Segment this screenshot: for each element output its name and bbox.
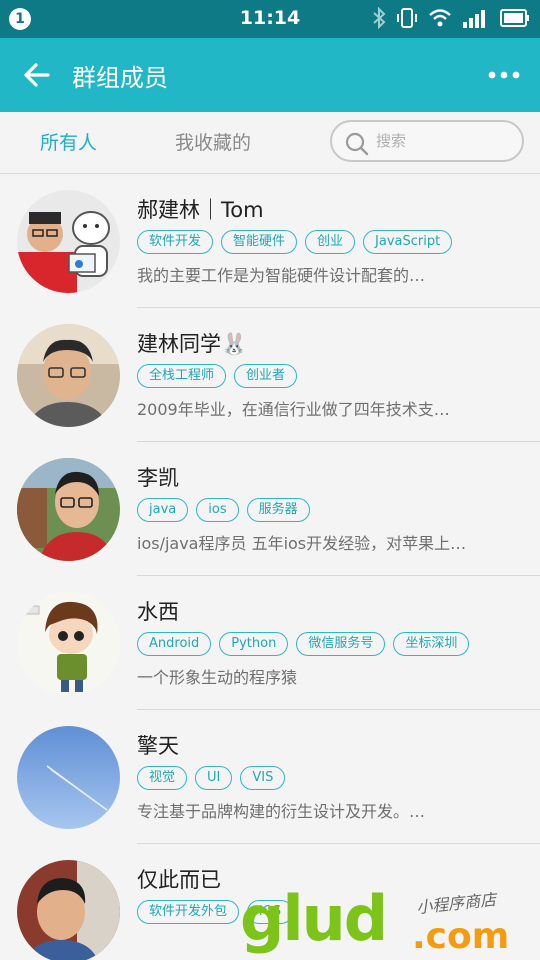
- tag: 软件开发: [137, 230, 214, 254]
- tag: iOS: [247, 900, 294, 924]
- tag-list: 软件开发外包 iOS: [137, 900, 294, 924]
- member-description: ios/java程序员 五年ios开发经验，对苹果上…: [137, 534, 467, 553]
- more-dots-icon[interactable]: [486, 64, 522, 86]
- tab-bar: 所有人 我收藏的: [0, 112, 540, 174]
- status-bar: 1 11:14: [0, 0, 540, 38]
- tag: Python: [219, 632, 289, 656]
- avatar: [17, 324, 120, 427]
- tag: VIS: [240, 766, 286, 790]
- member-name: 水西: [137, 600, 179, 624]
- member-name: 郝建林｜Tom: [137, 198, 264, 222]
- tab-favorites[interactable]: 我收藏的: [175, 128, 251, 155]
- search-input[interactable]: [376, 129, 506, 153]
- avatar: [17, 458, 120, 561]
- search-box[interactable]: [330, 120, 524, 162]
- tag: 智能硬件: [221, 230, 298, 254]
- member-description: 专注基于品牌构建的衍生设计及开发。…: [137, 802, 426, 821]
- member-name: 李凯: [137, 466, 179, 490]
- tag: java: [137, 498, 189, 522]
- tag: 创业者: [234, 364, 298, 388]
- tag: JavaScript: [363, 230, 453, 254]
- tag: 软件开发外包: [137, 900, 240, 924]
- tag-list: 全栈工程师 创业者: [137, 364, 298, 388]
- avatar: [17, 726, 120, 829]
- tag: 创业: [305, 230, 356, 254]
- member-row[interactable]: 水西 Android Python 微信服务号 坐标深圳 一个形象生动的程序猿: [0, 576, 540, 710]
- app-bar: 群组成员: [0, 38, 540, 112]
- page-title: 群组成员: [72, 64, 168, 92]
- search-icon: [344, 131, 370, 161]
- tag: Android: [137, 632, 212, 656]
- avatar: [17, 190, 120, 293]
- tag: 全栈工程师: [137, 364, 227, 388]
- member-description: 2009年毕业，在通信行业做了四年技术支…: [137, 400, 450, 419]
- tag-list: 软件开发 智能硬件 创业 JavaScript: [137, 230, 453, 254]
- arrow-left-icon[interactable]: [20, 58, 54, 92]
- tag-list: java ios 服务器: [137, 498, 310, 522]
- tag: 视觉: [137, 766, 188, 790]
- member-description: 我的主要工作是为智能硬件设计配套的…: [137, 266, 426, 285]
- member-description: 一个形象生动的程序猿: [137, 668, 298, 687]
- vibrate-icon: [396, 7, 418, 33]
- member-name: 建林同学🐰: [137, 332, 248, 356]
- tag: 微信服务号: [296, 632, 386, 656]
- member-row[interactable]: 李凯 java ios 服务器 ios/java程序员 五年ios开发经验，对苹…: [0, 442, 540, 576]
- member-row[interactable]: 仅此而已 软件开发外包 iOS: [0, 844, 540, 960]
- wifi-icon: [428, 8, 452, 32]
- avatar: [17, 860, 120, 960]
- tag-list: 视觉 UI VIS: [137, 766, 286, 790]
- member-name: 擎天: [137, 734, 179, 758]
- tab-all[interactable]: 所有人: [40, 128, 97, 155]
- tag: 坐标深圳: [393, 632, 470, 656]
- bluetooth-icon: [372, 6, 386, 33]
- member-row[interactable]: 郝建林｜Tom 软件开发 智能硬件 创业 JavaScript 我的主要工作是为…: [0, 174, 540, 308]
- member-name: 仅此而已: [137, 868, 221, 892]
- signal-icon: [462, 8, 490, 32]
- tag: ios: [196, 498, 239, 522]
- tag: UI: [195, 766, 233, 790]
- tag: 服务器: [246, 498, 310, 522]
- tag-list: Android Python 微信服务号 坐标深圳: [137, 632, 470, 656]
- avatar: [17, 592, 120, 695]
- member-row[interactable]: 建林同学🐰 全栈工程师 创业者 2009年毕业，在通信行业做了四年技术支…: [0, 308, 540, 442]
- battery-icon: [500, 9, 530, 31]
- member-row[interactable]: 擎天 视觉 UI VIS 专注基于品牌构建的衍生设计及开发。…: [0, 710, 540, 844]
